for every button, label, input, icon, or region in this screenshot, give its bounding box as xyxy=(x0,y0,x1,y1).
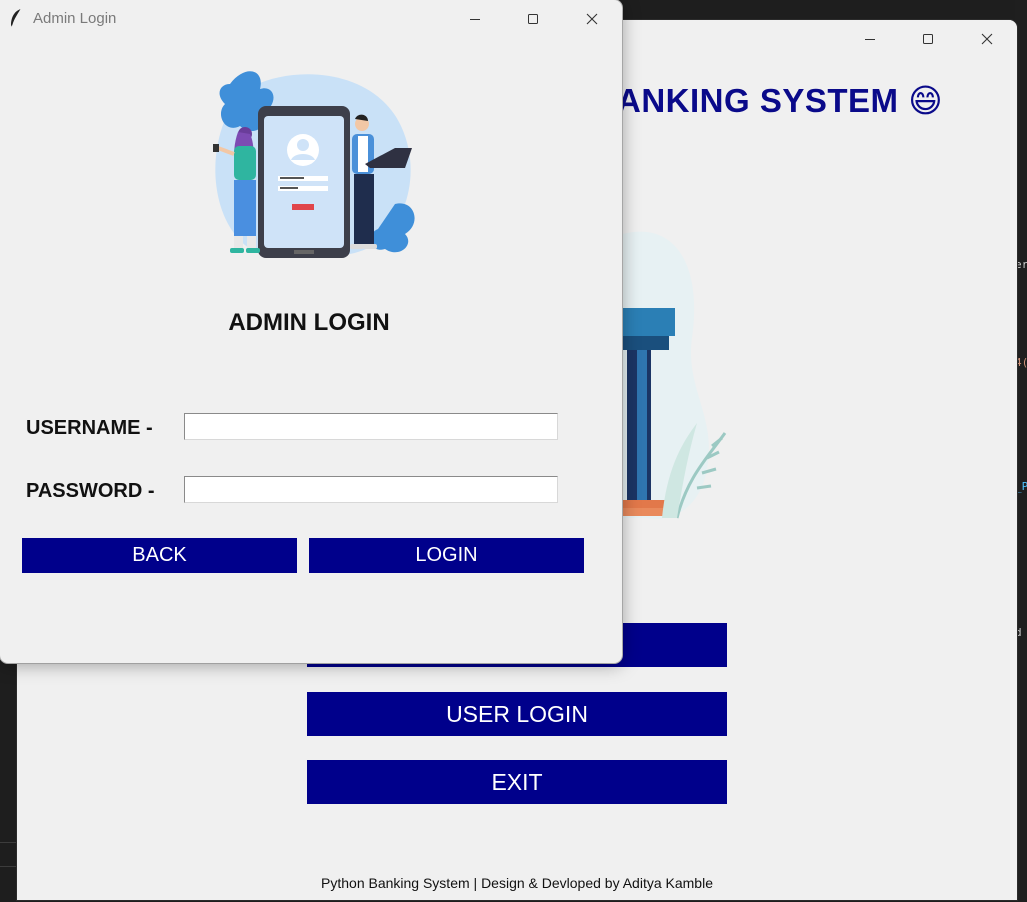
background-divider xyxy=(0,842,16,843)
dialog-maximize-button[interactable] xyxy=(510,0,556,38)
close-icon xyxy=(981,33,993,45)
feather-icon xyxy=(11,8,22,28)
minimize-button[interactable] xyxy=(847,20,893,58)
password-input[interactable] xyxy=(184,476,558,503)
bank-illustration xyxy=(607,231,727,519)
dialog-window-title: Admin Login xyxy=(33,10,117,27)
admin-login-heading: ADMIN LOGIN xyxy=(228,309,390,336)
dialog-titlebar: Admin Login xyxy=(0,0,622,38)
password-label: PASSWORD - xyxy=(26,480,155,502)
back-button[interactable]: BACK xyxy=(22,538,297,573)
dialog-close-button[interactable] xyxy=(569,0,615,38)
dialog-minimize-button[interactable] xyxy=(452,0,498,38)
username-label: USERNAME - xyxy=(26,417,153,439)
background-divider xyxy=(0,866,16,867)
close-icon xyxy=(586,13,598,25)
maximize-button[interactable] xyxy=(905,20,951,58)
maximize-icon xyxy=(528,14,538,24)
username-input[interactable] xyxy=(184,413,558,440)
main-title: ANKING SYSTEM 😄 xyxy=(617,82,944,119)
close-button[interactable] xyxy=(964,20,1010,58)
maximize-icon xyxy=(923,34,933,44)
exit-button[interactable]: EXIT xyxy=(307,760,727,804)
login-button[interactable]: LOGIN xyxy=(309,538,584,573)
footer-text: Python Banking System | Design & Devlope… xyxy=(321,875,713,891)
admin-login-dialog: Admin Login ADMIN LOGIN USERNAME - PASSW… xyxy=(0,0,622,663)
minimize-icon xyxy=(865,39,875,40)
minimize-icon xyxy=(470,19,480,20)
user-login-button[interactable]: USER LOGIN xyxy=(307,692,727,736)
login-illustration xyxy=(213,71,415,258)
